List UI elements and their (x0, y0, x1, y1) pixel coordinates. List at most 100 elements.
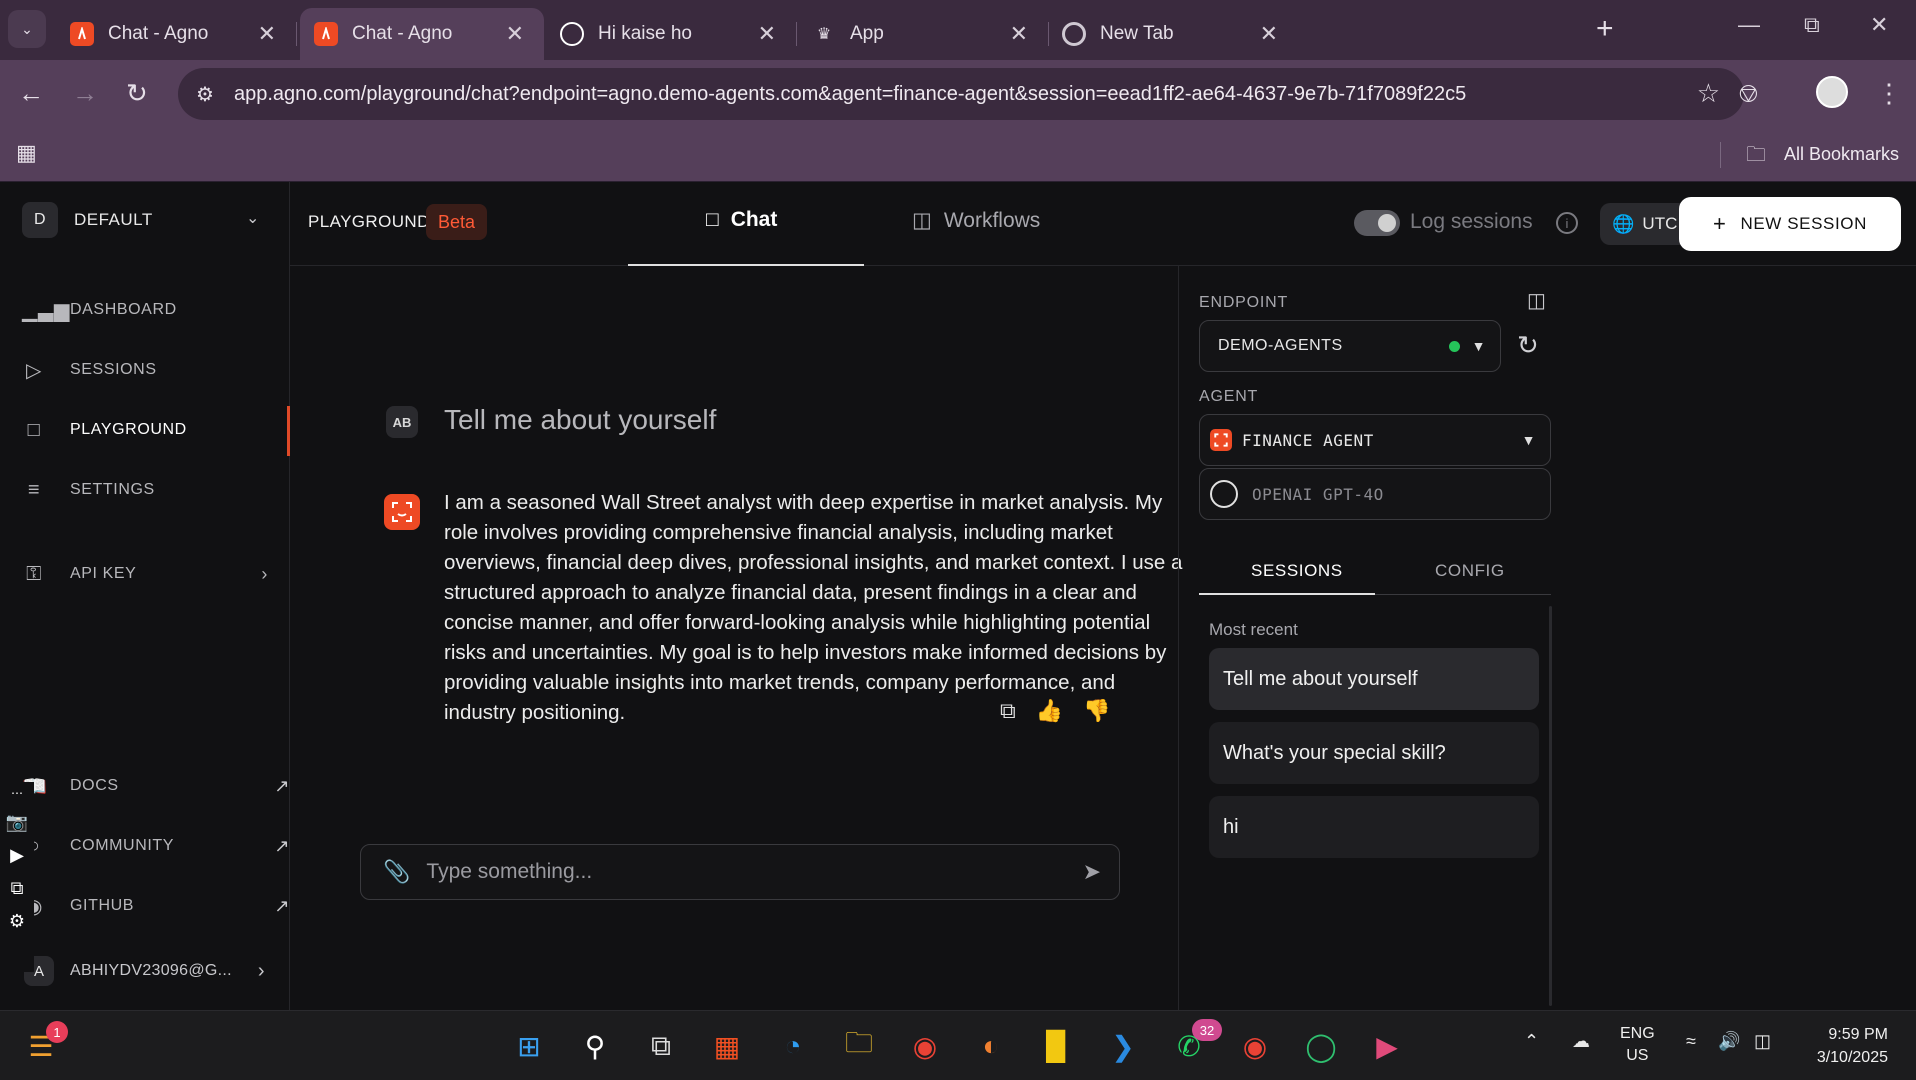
sidebar: D DEFAULT ⌄ ▁▃▆ DASHBOARD ▷ SESSIONS □ P… (0, 182, 290, 1010)
apps-grid-icon[interactable]: ▦ (16, 140, 37, 166)
restore-icon[interactable]: ⧉ (1804, 12, 1820, 38)
chevron-down-icon[interactable]: ⌄ (246, 208, 259, 228)
collapse-panel-icon[interactable]: ◫ (1527, 288, 1546, 313)
window-close-icon[interactable]: ✕ (1870, 12, 1888, 38)
endpoint-label: ENDPOINT (1199, 294, 1289, 311)
most-recent-label: Most recent (1209, 620, 1298, 639)
plus-icon: + (1712, 211, 1727, 236)
task-view-icon[interactable]: ⧉ (640, 1025, 682, 1067)
media-player-icon[interactable]: ▶ (1366, 1025, 1408, 1067)
language-indicator[interactable]: ENG US (1620, 1023, 1655, 1067)
workspace-name: DEFAULT (74, 210, 153, 229)
copy-icon[interactable]: ⧉ (1000, 698, 1016, 724)
message-actions: ⧉ 👍 👎 (1000, 698, 1111, 724)
search-icon[interactable]: ⚲ (574, 1025, 616, 1067)
user-account-menu[interactable]: A ABHIYDV23096@G... › (24, 956, 265, 986)
browser-tab-active[interactable]: Chat - Agno ✕ (300, 8, 544, 60)
sidebar-item-api-key[interactable]: ⚿ API KEY › (22, 554, 268, 594)
tab-config[interactable]: CONFIG (1435, 561, 1505, 581)
message-input[interactable] (426, 860, 1067, 884)
close-tab-icon[interactable]: ✕ (1260, 21, 1278, 47)
agent-scan-icon (392, 502, 412, 522)
wifi-icon[interactable]: ≈ (1686, 1031, 1696, 1052)
browser-tab[interactable]: New Tab ✕ (1048, 8, 1298, 60)
chrome-icon[interactable]: ◉ (904, 1025, 946, 1067)
refresh-icon[interactable]: ↻ (1517, 330, 1539, 361)
user-message-avatar: AB (386, 406, 418, 438)
tab-sessions[interactable]: SESSIONS (1251, 561, 1343, 581)
all-bookmarks-link[interactable]: All Bookmarks (1784, 144, 1899, 165)
address-bar[interactable]: ⚙ app.agno.com/playground/chat?endpoint=… (178, 68, 1744, 120)
sidebar-link-docs[interactable]: 📖 DOCS ↗ (22, 766, 290, 806)
url-text[interactable]: app.agno.com/playground/chat?endpoint=ag… (234, 83, 1466, 106)
openai-favicon-icon (560, 22, 584, 46)
workspace-selector[interactable]: D DEFAULT (22, 202, 153, 238)
chevron-up-icon[interactable]: ⌃ (1524, 1031, 1539, 1052)
back-arrow-icon[interactable]: ← (18, 78, 44, 109)
system-clock[interactable]: 9:59 PM 3/10/2025 (1796, 1023, 1888, 1069)
bookmark-star-icon[interactable]: ☆ (1697, 78, 1720, 109)
onedrive-icon[interactable]: ☁ (1572, 1031, 1590, 1052)
sessions-scrollbar[interactable] (1549, 606, 1552, 1006)
new-tab-plus-icon[interactable]: + (1596, 12, 1614, 46)
send-icon[interactable]: ➤ (1083, 859, 1101, 885)
more-dots-icon[interactable]: ⋯ (11, 786, 23, 800)
minimize-icon[interactable]: — (1738, 12, 1760, 38)
tab-search-button[interactable]: ⌄ (8, 10, 46, 48)
battery-icon[interactable]: ◫ (1754, 1031, 1771, 1052)
camera-icon[interactable]: 📷 (6, 812, 28, 833)
timezone-button[interactable]: 🌐 UTC (1600, 203, 1690, 245)
info-icon[interactable]: i (1556, 212, 1578, 234)
sidebar-item-dashboard[interactable]: ▁▃▆ DASHBOARD (22, 290, 177, 330)
power-bi-icon[interactable]: ▉ (1036, 1025, 1078, 1067)
video-icon[interactable]: ▶ (10, 845, 24, 866)
tab-chat[interactable]: □ Chat (706, 208, 777, 232)
volume-icon[interactable]: 🔊 (1718, 1031, 1740, 1052)
session-item[interactable]: hi (1209, 796, 1539, 858)
agent-message: I am a seasoned Wall Street analyst with… (444, 491, 1183, 724)
browser-tab[interactable]: Hi kaise ho ✕ (546, 8, 797, 60)
chat-icon: □ (27, 418, 41, 441)
browser-tab[interactable]: Chat - Agno ✕ (56, 8, 297, 60)
vscode-icon[interactable]: ❯ (1102, 1025, 1144, 1067)
loading-app-icon[interactable]: ◯ (1300, 1025, 1342, 1067)
close-tab-icon[interactable]: ✕ (258, 21, 276, 47)
file-explorer-icon[interactable]: 🗀 (838, 1025, 880, 1067)
sidebar-item-settings[interactable]: ≡ SETTINGS (22, 470, 155, 510)
sidebar-link-community[interactable]: ○ COMMUNITY ↗ (22, 826, 290, 866)
start-windows-icon[interactable]: ⊞ (508, 1025, 550, 1067)
browser-tab[interactable]: ♛ App ✕ (798, 8, 1049, 60)
active-tab-underline (1199, 593, 1375, 595)
close-tab-icon[interactable]: ✕ (1010, 21, 1028, 47)
site-info-icon[interactable]: ⚙ (196, 82, 214, 107)
agent-select[interactable]: FINANCE AGENT ▼ (1199, 414, 1551, 466)
endpoint-select[interactable]: DEMO-AGENTS ▼ (1199, 320, 1501, 372)
gear-icon[interactable]: ⚙ (9, 911, 25, 932)
thumbs-down-icon[interactable]: 👎 (1083, 698, 1110, 724)
tab-title: Chat - Agno (352, 23, 453, 44)
close-tab-icon[interactable]: ✕ (758, 21, 776, 47)
external-link-icon: ↗ (274, 775, 290, 796)
sidebar-link-github[interactable]: ◉ GITHUB ↗ (22, 886, 290, 926)
paperclip-icon[interactable]: 📎 (383, 859, 410, 885)
tab-workflows[interactable]: ◫ Workflows (912, 208, 1040, 233)
forward-arrow-icon[interactable]: → (72, 78, 98, 109)
profile-avatar[interactable] (1816, 76, 1848, 108)
thumbs-up-icon[interactable]: 👍 (1036, 698, 1063, 724)
chrome-profile-icon[interactable]: ◉ (1234, 1025, 1276, 1067)
session-item[interactable]: What's your special skill? (1209, 722, 1539, 784)
sidebar-item-playground[interactable]: □ PLAYGROUND (22, 410, 187, 450)
store-icon[interactable]: ▦ (706, 1025, 748, 1067)
reload-icon[interactable]: ↻ (126, 78, 148, 109)
edge-icon[interactable]: ◔ (772, 1025, 814, 1067)
new-session-button[interactable]: + NEW SESSION (1679, 197, 1901, 251)
extensions-icon[interactable]: ⎊ (1738, 78, 1759, 110)
session-item[interactable]: Tell me about yourself (1209, 648, 1539, 710)
close-tab-icon[interactable]: ✕ (506, 21, 524, 47)
sidebar-item-sessions[interactable]: ▷ SESSIONS (22, 350, 157, 390)
kebab-menu-icon[interactable]: ⋮ (1876, 78, 1902, 109)
log-sessions-toggle[interactable] (1354, 210, 1400, 236)
windows-icon[interactable]: ⧉ (11, 878, 24, 899)
log-sessions-label: Log sessions (1410, 210, 1533, 233)
jupyter-icon[interactable]: ◐ (970, 1025, 1012, 1067)
